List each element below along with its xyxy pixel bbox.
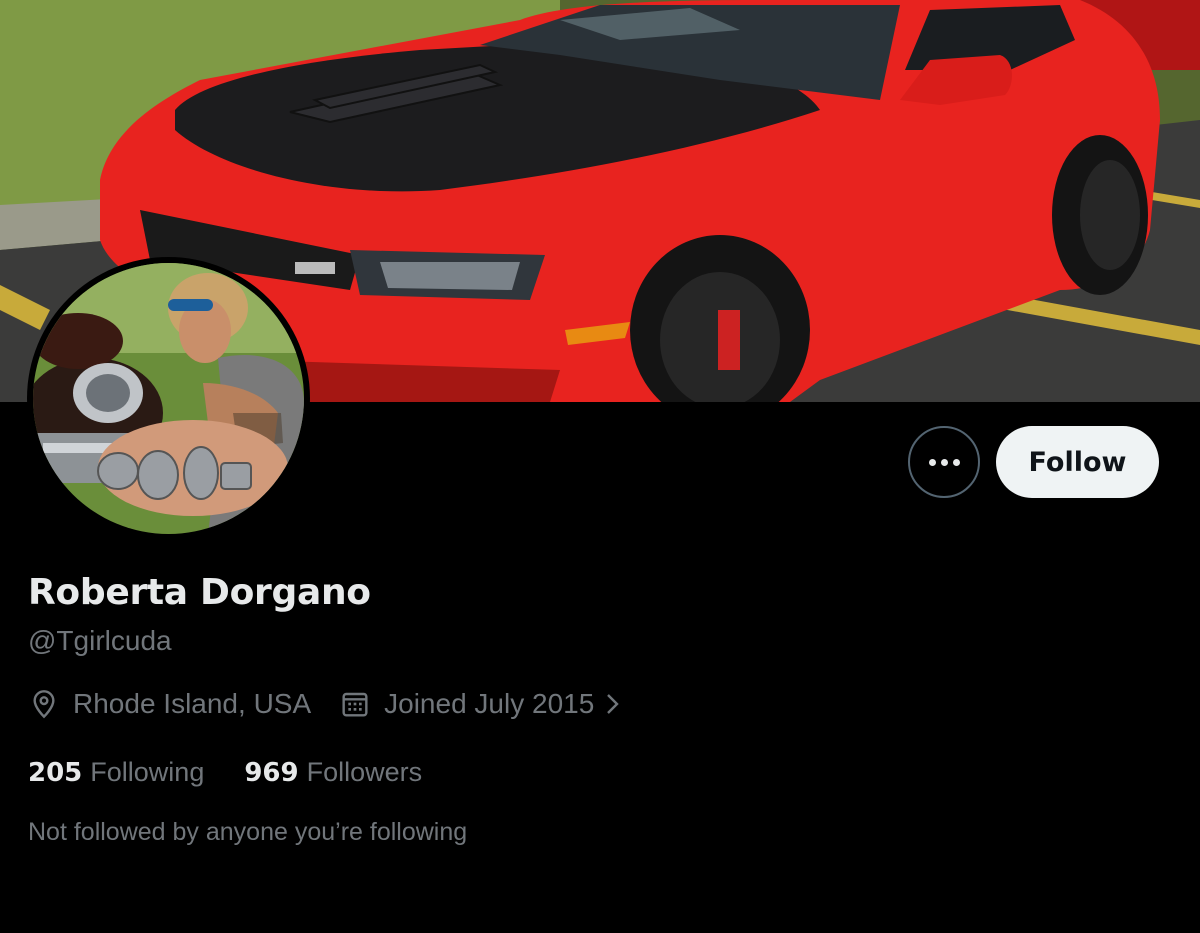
following-label: Following xyxy=(90,757,205,787)
followed-by-text: Not followed by anyone you’re following xyxy=(28,818,468,846)
calendar-icon xyxy=(342,692,368,717)
profile-page: Follow Roberta Dorgano @Tgirlcuda Rhode … xyxy=(0,0,1200,933)
follow-stats: 205 Following 969 Followers xyxy=(28,757,422,788)
following-stat[interactable]: 205 Following xyxy=(28,757,204,788)
follow-button[interactable]: Follow xyxy=(996,426,1159,498)
followers-label: Followers xyxy=(306,757,423,787)
followers-stat[interactable]: 969 Followers xyxy=(244,757,422,788)
location-text: Rhode Island, USA xyxy=(73,688,312,719)
followers-count: 969 xyxy=(244,758,299,788)
chevron-right-icon xyxy=(607,694,619,714)
joined-item[interactable]: Joined July 2015 xyxy=(339,688,624,720)
display-name: Roberta Dorgano xyxy=(28,572,371,613)
location-item: Rhode Island, USA xyxy=(28,688,311,720)
location-pin-icon xyxy=(33,690,55,719)
avatar-image xyxy=(33,263,304,534)
profile-meta: Rhode Island, USA Joined July 2015 xyxy=(28,688,624,720)
more-options-button[interactable] xyxy=(908,426,980,498)
ellipsis-icon xyxy=(928,458,960,466)
following-count: 205 xyxy=(28,758,83,788)
profile-handle: @Tgirlcuda xyxy=(28,625,172,656)
joined-text: Joined July 2015 xyxy=(384,688,595,719)
profile-avatar[interactable] xyxy=(27,257,310,540)
